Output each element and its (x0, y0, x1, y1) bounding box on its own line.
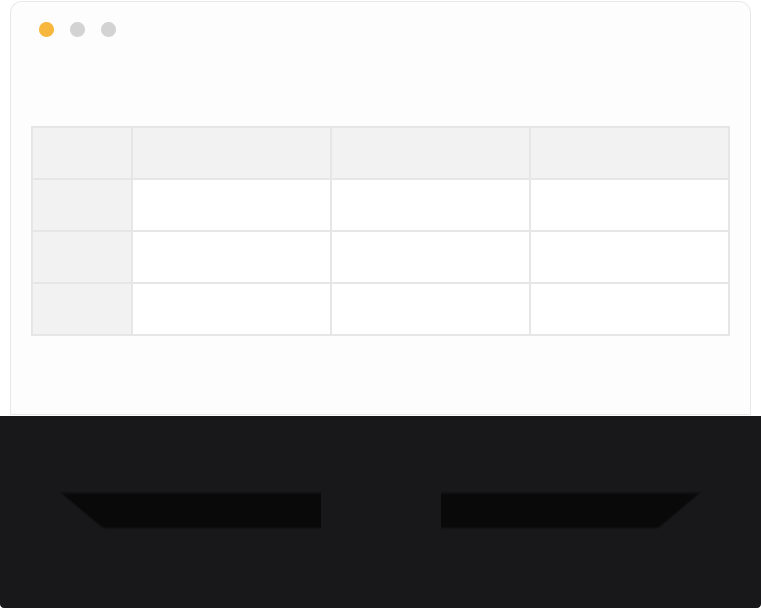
row-header[interactable] (32, 283, 132, 335)
cell[interactable] (132, 231, 331, 283)
spreadsheet-table (31, 126, 730, 336)
traffic-light-minimize-icon[interactable] (70, 22, 85, 37)
cell[interactable] (530, 283, 729, 335)
table-row (32, 179, 729, 231)
column-header[interactable] (530, 127, 729, 179)
table-row (32, 231, 729, 283)
row-header[interactable] (32, 231, 132, 283)
monitor-stand (321, 468, 441, 608)
header-corner-cell[interactable] (32, 127, 132, 179)
cell[interactable] (132, 283, 331, 335)
app-window (10, 1, 751, 415)
column-header[interactable] (132, 127, 331, 179)
window-titlebar (11, 2, 750, 56)
cell[interactable] (331, 231, 530, 283)
traffic-light-maximize-icon[interactable] (101, 22, 116, 37)
cell[interactable] (530, 179, 729, 231)
monitor-foot (271, 590, 491, 608)
column-header[interactable] (331, 127, 530, 179)
cell[interactable] (530, 231, 729, 283)
cell[interactable] (331, 283, 530, 335)
window-content (11, 56, 750, 336)
cell[interactable] (132, 179, 331, 231)
row-header[interactable] (32, 179, 132, 231)
table-header-row (32, 127, 729, 179)
traffic-light-close-icon[interactable] (39, 22, 54, 37)
table-row (32, 283, 729, 335)
cell[interactable] (331, 179, 530, 231)
